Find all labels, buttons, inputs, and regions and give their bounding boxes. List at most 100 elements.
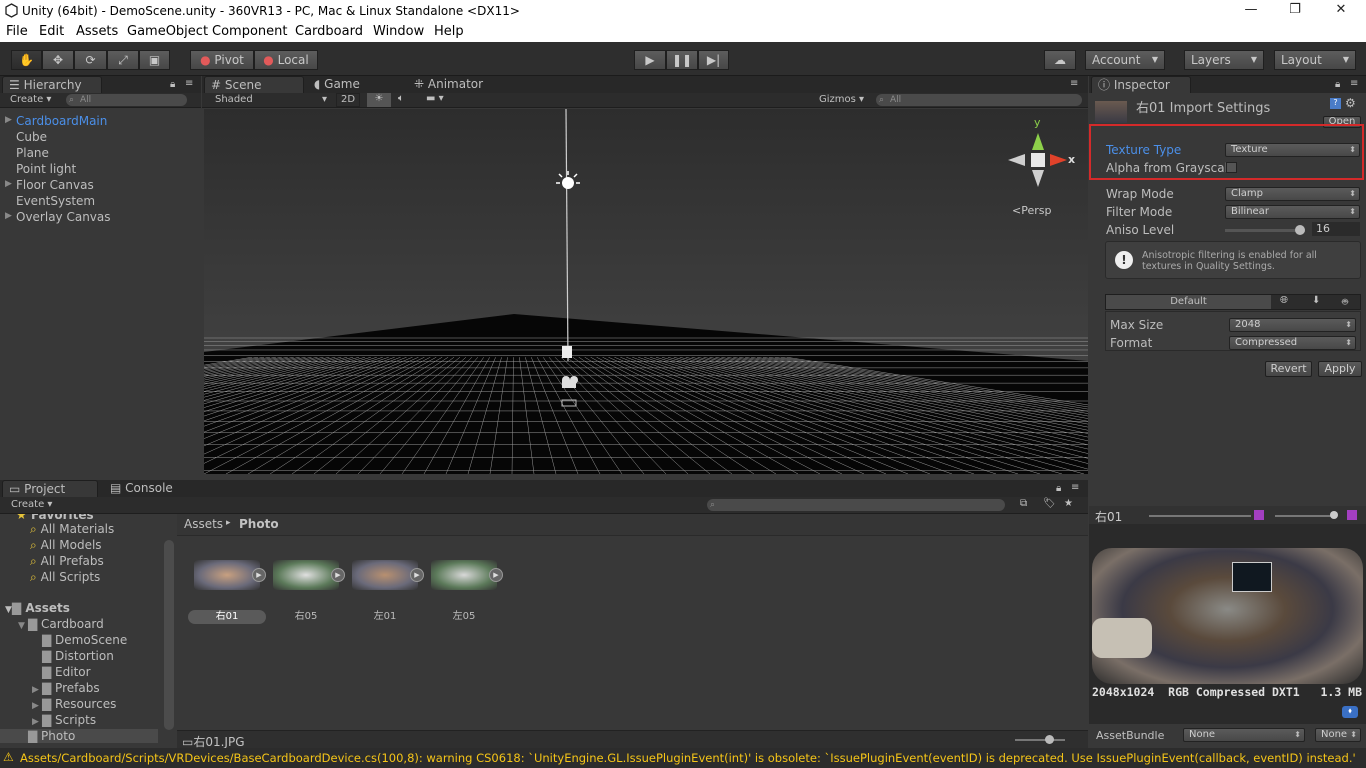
- pivot-toggle[interactable]: ● Pivot: [190, 50, 254, 70]
- tab-console[interactable]: ▤ Console: [104, 480, 179, 497]
- alpha-toggle-icon[interactable]: [1254, 510, 1264, 520]
- hierarchy-item-cardboardmain[interactable]: CardboardMain: [16, 114, 107, 128]
- folder-editor[interactable]: ▇ Editor: [32, 665, 91, 679]
- folder-demoscene[interactable]: ▇ DemoScene: [32, 633, 127, 647]
- zoom-slider[interactable]: [1275, 515, 1335, 517]
- tab-scene[interactable]: # Scene: [204, 76, 304, 93]
- pause-button[interactable]: ❚❚: [666, 50, 698, 70]
- hierarchy-item-floor-canvas[interactable]: Floor Canvas: [16, 178, 94, 192]
- file-thumbnail[interactable]: [273, 560, 339, 590]
- menu-file[interactable]: File: [6, 24, 28, 39]
- tree-scrollbar[interactable]: [164, 540, 174, 730]
- file-thumbnail[interactable]: [352, 560, 418, 590]
- account-dropdown[interactable]: Account ▼: [1085, 50, 1165, 70]
- favorite-all-prefabs[interactable]: ⌕ All Prefabs: [30, 554, 104, 569]
- thumbnail-size-thumb[interactable]: [1045, 735, 1054, 744]
- favorite-all-scripts[interactable]: ⌕ All Scripts: [30, 570, 100, 585]
- menu-cardboard[interactable]: Cardboard: [295, 24, 363, 39]
- expand-arrow-icon[interactable]: ▶: [5, 211, 12, 221]
- folder-prefabs[interactable]: ▶ ▇ Prefabs: [32, 681, 100, 695]
- file-thumbnail[interactable]: [194, 560, 260, 590]
- cloud-button[interactable]: ☁: [1044, 50, 1076, 70]
- assets-folder[interactable]: ▼▇ Assets: [5, 601, 70, 615]
- filter-label-icon[interactable]: 🏷︎: [1043, 498, 1056, 509]
- restore-button[interactable]: ❐: [1280, 2, 1310, 20]
- aniso-level-field[interactable]: 16: [1312, 222, 1360, 236]
- download-icon[interactable]: ⬇: [1312, 295, 1320, 306]
- folder-distortion[interactable]: ▇ Distortion: [32, 649, 114, 663]
- lock-icon[interactable]: 🔒︎: [1335, 79, 1340, 90]
- file-label[interactable]: 左05: [425, 610, 503, 624]
- menu-assets[interactable]: Assets: [76, 24, 118, 39]
- assetbundle-variant-dropdown[interactable]: None: [1315, 728, 1361, 742]
- zoom-slider-thumb[interactable]: [1330, 511, 1338, 519]
- alpha-grayscale-checkbox[interactable]: [1226, 162, 1237, 173]
- lock-icon[interactable]: 🔒︎: [170, 79, 175, 90]
- folder-resources[interactable]: ▶ ▇ Resources: [32, 697, 116, 711]
- favorites-header[interactable]: ★ Favorites: [16, 514, 94, 522]
- play-icon[interactable]: ▶: [252, 568, 266, 582]
- tab-hierarchy[interactable]: ☰ Hierarchy: [2, 76, 102, 93]
- file-label[interactable]: 右05: [267, 610, 345, 624]
- revert-button[interactable]: Revert: [1265, 361, 1312, 377]
- filter-mode-dropdown[interactable]: Bilinear: [1225, 205, 1360, 219]
- hand-tool-button[interactable]: ✋: [11, 50, 42, 70]
- hierarchy-item-cube[interactable]: Cube: [16, 130, 47, 144]
- local-toggle[interactable]: ● Local: [254, 50, 318, 70]
- max-size-dropdown[interactable]: 2048: [1229, 318, 1356, 332]
- scene-search-input[interactable]: ⌕ All: [876, 94, 1082, 106]
- play-icon[interactable]: ▶: [410, 568, 424, 582]
- tag-icon[interactable]: ⬧: [1342, 706, 1358, 718]
- aniso-slider-track[interactable]: [1225, 229, 1305, 232]
- lighting-toggle[interactable]: ☀: [367, 93, 391, 107]
- gear-icon[interactable]: ⚙: [1345, 96, 1356, 110]
- hierarchy-create-dropdown[interactable]: Create ▾: [10, 94, 51, 105]
- platform-tab-default[interactable]: Default: [1106, 295, 1271, 309]
- tab-animator[interactable]: ⁜ Animator: [408, 76, 489, 93]
- hierarchy-item-point-light[interactable]: Point light: [16, 162, 76, 176]
- project-create-dropdown[interactable]: Create ▾: [11, 499, 52, 510]
- panel-menu-icon[interactable]: ≡: [185, 78, 193, 89]
- favorite-star-icon[interactable]: ★: [1064, 498, 1073, 509]
- menu-component[interactable]: Component: [212, 24, 287, 39]
- hierarchy-item-eventsystem[interactable]: EventSystem: [16, 194, 95, 208]
- lock-icon[interactable]: 🔒︎: [1056, 483, 1061, 494]
- persp-label[interactable]: <Persp: [1012, 204, 1051, 217]
- rotate-tool-button[interactable]: ⟳: [74, 50, 107, 70]
- file-thumbnail[interactable]: [431, 560, 497, 590]
- texture-type-dropdown[interactable]: Texture: [1225, 143, 1360, 157]
- cube-object[interactable]: [562, 346, 572, 358]
- help-icon[interactable]: ?: [1330, 98, 1341, 109]
- expand-arrow-icon[interactable]: ▶: [5, 179, 12, 189]
- layers-dropdown[interactable]: Layers ▼: [1184, 50, 1264, 70]
- wrap-mode-dropdown[interactable]: Clamp: [1225, 187, 1360, 201]
- hierarchy-item-plane[interactable]: Plane: [16, 146, 49, 160]
- android-icon[interactable]: 🤖︎: [1342, 295, 1348, 309]
- menu-help[interactable]: Help: [434, 24, 464, 39]
- tab-game[interactable]: ◖ Game: [308, 76, 366, 93]
- apply-button[interactable]: Apply: [1318, 361, 1362, 377]
- favorite-all-models[interactable]: ⌕ All Models: [30, 538, 102, 553]
- breadcrumb-photo[interactable]: Photo: [239, 517, 279, 531]
- favorite-all-materials[interactable]: ⌕ All Materials: [30, 522, 114, 537]
- hierarchy-item-overlay-canvas[interactable]: Overlay Canvas: [16, 210, 111, 224]
- menu-window[interactable]: Window: [373, 24, 424, 39]
- status-bar[interactable]: ⚠ Assets/Cardboard/Scripts/VRDevices/Bas…: [0, 748, 1366, 768]
- shading-dropdown[interactable]: Shaded ▾: [215, 94, 327, 105]
- gizmos-dropdown[interactable]: Gizmos ▾: [819, 94, 864, 105]
- folder-scripts[interactable]: ▶ ▇ Scripts: [32, 713, 96, 727]
- move-tool-button[interactable]: ✥: [42, 50, 74, 70]
- assetbundle-dropdown[interactable]: None: [1183, 728, 1305, 742]
- expand-arrow-icon[interactable]: ▶: [5, 115, 12, 125]
- menu-edit[interactable]: Edit: [39, 24, 64, 39]
- minimize-button[interactable]: —: [1236, 2, 1266, 20]
- tab-project[interactable]: ▭ Project: [2, 480, 98, 497]
- format-dropdown[interactable]: Compressed: [1229, 336, 1356, 350]
- globe-icon[interactable]: 🌐︎: [1280, 295, 1288, 306]
- thumbnail-size-slider[interactable]: [1015, 739, 1065, 741]
- breadcrumb-assets[interactable]: Assets: [184, 517, 223, 531]
- audio-toggle[interactable]: 🔈︎: [398, 93, 404, 104]
- menu-gameobject[interactable]: GameObject: [127, 24, 208, 39]
- panel-menu-icon[interactable]: ≡: [1070, 78, 1078, 89]
- play-button[interactable]: ▶: [634, 50, 666, 70]
